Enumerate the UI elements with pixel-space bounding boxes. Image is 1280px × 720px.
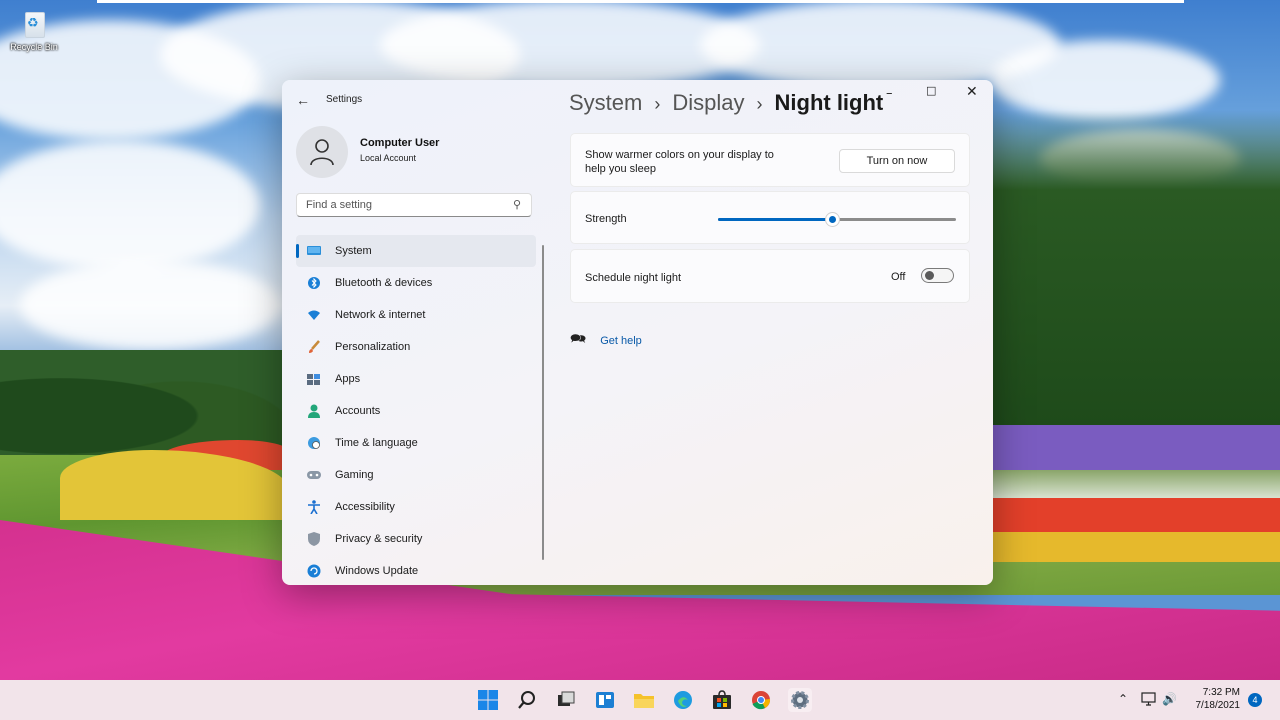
settings-gear-icon[interactable] — [788, 688, 812, 712]
schedule-card: Schedule night light Off — [570, 249, 970, 303]
breadcrumb-separator: › — [654, 94, 661, 114]
sidebar-item-windows-update[interactable]: Windows Update — [296, 555, 536, 585]
strength-label: Strength — [585, 213, 627, 225]
help-chat-icon: 🗪 — [570, 332, 587, 347]
sidebar-item-bluetooth[interactable]: Bluetooth & devices — [296, 267, 536, 299]
sidebar-item-label: Gaming — [335, 469, 374, 481]
search-input[interactable] — [306, 199, 496, 211]
gamepad-icon — [307, 468, 321, 482]
search-icon[interactable] — [515, 688, 539, 712]
update-icon — [307, 564, 321, 578]
breadcrumb-display[interactable]: Display — [672, 90, 744, 115]
maximize-button[interactable]: □ — [926, 84, 936, 97]
schedule-toggle[interactable] — [921, 268, 954, 283]
top-edge-bar — [97, 0, 1184, 3]
sidebar-item-accessibility[interactable]: Accessibility — [296, 491, 536, 523]
slider-fill — [718, 218, 833, 221]
store-icon[interactable] — [710, 688, 734, 712]
sidebar-item-label: System — [335, 245, 372, 257]
wifi-icon — [307, 308, 321, 322]
taskbar: ⌃ 🔊 7:32 PM 7/18/2021 4 — [0, 680, 1280, 720]
sidebar-item-accounts[interactable]: Accounts — [296, 395, 536, 427]
sidebar-item-label: Bluetooth & devices — [335, 277, 433, 289]
strength-card: Strength — [570, 191, 970, 244]
globe-clock-icon — [307, 436, 321, 450]
search-box[interactable]: ⚲ — [296, 193, 532, 217]
sidebar-item-label: Apps — [335, 373, 361, 385]
sidebar-item-apps[interactable]: Apps — [296, 363, 536, 395]
recycle-bin-icon: ♻ — [20, 10, 48, 40]
avatar — [296, 126, 348, 178]
task-view-icon[interactable] — [554, 688, 578, 712]
widgets-icon[interactable] — [593, 688, 617, 712]
back-arrow-icon[interactable]: ← — [296, 92, 310, 108]
search-icon[interactable]: ⚲ — [513, 198, 521, 211]
sidebar-item-network[interactable]: Network & internet — [296, 299, 536, 331]
person-icon — [310, 139, 334, 166]
apps-icon — [307, 372, 321, 386]
user-profile[interactable]: Computer User Local Account — [296, 126, 439, 178]
window-title: Settings — [326, 94, 363, 105]
chrome-icon[interactable] — [749, 688, 773, 712]
sidebar-item-label: Personalization — [335, 341, 411, 353]
minimize-button[interactable]: – — [886, 86, 893, 101]
edge-icon[interactable] — [671, 688, 695, 712]
recycle-bin-label: Recycle Bin — [10, 42, 58, 52]
sidebar-item-privacy[interactable]: Privacy & security — [296, 523, 536, 555]
network-icon[interactable] — [1141, 692, 1157, 709]
brush-icon — [307, 340, 321, 354]
clock[interactable]: 7:32 PM 7/18/2021 — [1190, 686, 1241, 712]
display-icon — [307, 244, 321, 258]
sidebar-item-label: Accessibility — [335, 501, 395, 513]
shield-icon — [307, 532, 321, 546]
sidebar-nav: System Bluetooth & devices Network & int… — [296, 235, 536, 585]
sidebar-item-system[interactable]: System — [296, 235, 536, 267]
sidebar-item-label: Windows Update — [335, 565, 419, 577]
schedule-state: Off — [891, 271, 906, 283]
notification-badge[interactable]: 4 — [1248, 693, 1262, 707]
schedule-label: Schedule night light — [585, 272, 682, 284]
time-text: 7:32 PM — [1202, 687, 1240, 698]
close-button[interactable]: ✕ — [966, 84, 978, 100]
windows-start-icon[interactable] — [476, 688, 500, 712]
file-explorer-icon[interactable] — [632, 688, 656, 712]
page-title: Night light — [774, 90, 884, 115]
volume-icon[interactable]: 🔊 — [1162, 692, 1177, 706]
sidebar-item-label: Network & internet — [335, 309, 426, 321]
account-type: Local Account — [360, 153, 417, 163]
night-light-description: Show warmer colors on your display to he… — [585, 148, 774, 176]
sidebar-item-label: Privacy & security — [335, 533, 423, 545]
person-icon — [307, 404, 321, 418]
sidebar-item-label: Accounts — [335, 405, 381, 417]
date-text: 7/18/2021 — [1195, 700, 1241, 711]
sidebar-item-label: Time & language — [335, 437, 418, 449]
settings-window: ← Settings – □ ✕ Computer User Local Acc… — [282, 80, 993, 585]
turn-on-now-button[interactable]: Turn on now — [839, 149, 955, 173]
bluetooth-icon — [307, 276, 321, 290]
sidebar-item-time-language[interactable]: Time & language — [296, 427, 536, 459]
sidebar-item-gaming[interactable]: Gaming — [296, 459, 536, 491]
breadcrumb-system[interactable]: System — [569, 90, 642, 115]
breadcrumb: System › Display › Night light — [569, 90, 883, 116]
user-name: Computer User — [360, 137, 440, 149]
night-light-toggle-card: Show warmer colors on your display to he… — [570, 133, 970, 187]
chevron-up-icon[interactable]: ⌃ — [1118, 692, 1128, 706]
sidebar-scrollbar[interactable] — [542, 245, 544, 560]
description-line: Show warmer colors on your display to — [585, 149, 774, 161]
description-line: help you sleep — [585, 163, 656, 175]
accessibility-icon — [307, 500, 321, 514]
recycle-bin-shortcut[interactable]: ♻ Recycle Bin — [6, 10, 62, 52]
strength-slider[interactable] — [718, 213, 956, 226]
get-help-link[interactable]: 🗪 Get help — [570, 330, 642, 352]
get-help-label: Get help — [600, 335, 642, 347]
slider-thumb[interactable] — [826, 213, 840, 226]
sidebar-item-personalization[interactable]: Personalization — [296, 331, 536, 363]
breadcrumb-separator: › — [756, 94, 763, 114]
